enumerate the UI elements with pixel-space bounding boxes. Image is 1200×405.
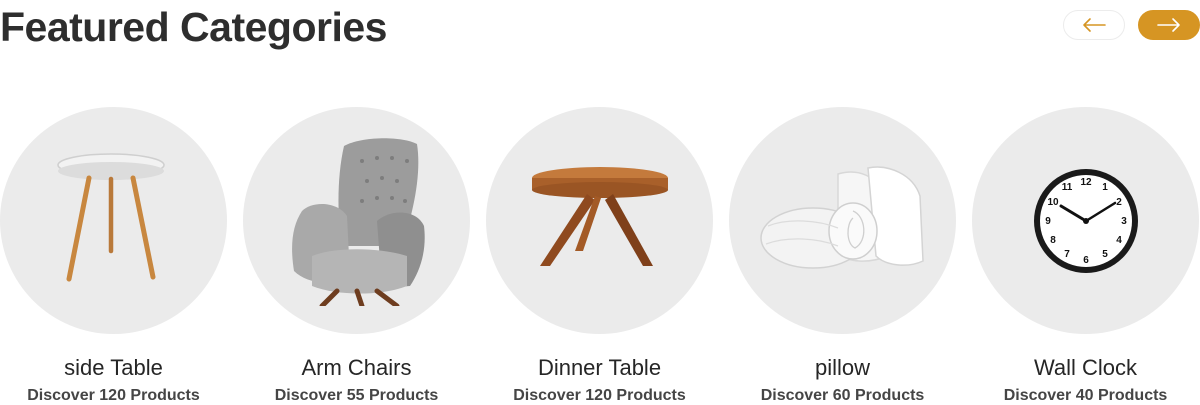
svg-text:9: 9 (1045, 216, 1051, 227)
svg-text:1: 1 (1102, 182, 1108, 193)
svg-text:8: 8 (1050, 235, 1056, 246)
next-button[interactable] (1138, 10, 1200, 40)
featured-categories-section: Featured Categories side Table Discover … (0, 0, 1200, 405)
svg-text:6: 6 (1083, 255, 1089, 266)
pillow-icon (759, 165, 924, 269)
arrow-right-icon (1157, 18, 1180, 32)
category-image (243, 107, 470, 334)
category-count: Discover 40 Products (1003, 387, 1168, 404)
carousel-nav (1063, 10, 1200, 40)
category-card[interactable]: 12 1 2 3 4 5 6 7 8 9 10 11 Wall Clock Di… (972, 107, 1200, 405)
category-name: Wall Clock (1033, 355, 1138, 380)
category-carousel: side Table Discover 120 Products Arm Cha… (0, 107, 1200, 405)
category-name: Dinner Table (537, 355, 662, 380)
arm-chair-icon (291, 137, 425, 306)
dinner-table-icon (531, 166, 668, 266)
category-card[interactable]: pillow Discover 60 Products (729, 107, 972, 405)
category-count: Discover 120 Products (513, 387, 686, 404)
category-name: side Table (64, 355, 163, 380)
svg-text:7: 7 (1064, 249, 1070, 260)
svg-text:2: 2 (1116, 197, 1122, 208)
category-card[interactable]: Dinner Table Discover 120 Products (486, 107, 729, 405)
category-image: 12 1 2 3 4 5 6 7 8 9 10 11 (972, 107, 1199, 334)
category-card[interactable]: side Table Discover 120 Products (0, 107, 243, 405)
svg-text:11: 11 (1061, 182, 1072, 193)
category-card[interactable]: Arm Chairs Discover 55 Products (243, 107, 486, 405)
svg-text:3: 3 (1121, 216, 1127, 227)
side-table-icon (56, 152, 165, 281)
prev-button[interactable] (1063, 10, 1125, 40)
category-image (486, 107, 713, 334)
svg-text:4: 4 (1116, 235, 1122, 246)
svg-text:12: 12 (1080, 177, 1092, 188)
category-count: Discover 55 Products (274, 387, 439, 404)
category-count: Discover 120 Products (27, 387, 200, 404)
category-name: pillow (814, 355, 871, 380)
section-title: Featured Categories (0, 4, 387, 50)
category-count: Discover 60 Products (760, 387, 925, 404)
wall-clock-icon: 12 1 2 3 4 5 6 7 8 9 10 11 (1033, 168, 1138, 273)
category-image (0, 107, 227, 334)
category-image (729, 107, 956, 334)
category-name: Arm Chairs (301, 355, 412, 380)
svg-text:5: 5 (1102, 249, 1108, 260)
svg-text:10: 10 (1047, 197, 1059, 208)
arrow-left-icon (1083, 18, 1106, 32)
